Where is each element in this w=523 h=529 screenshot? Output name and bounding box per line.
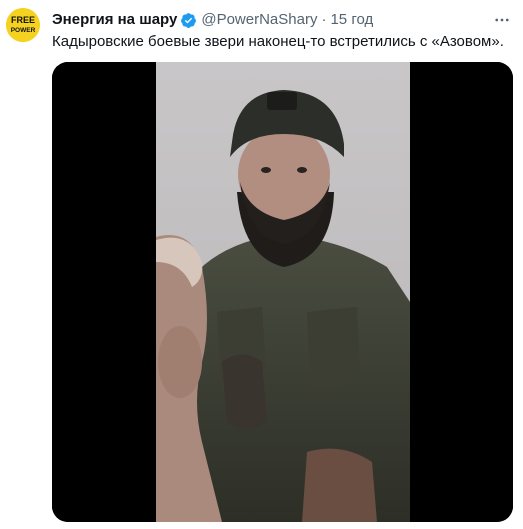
more-icon bbox=[495, 18, 509, 22]
more-options-button[interactable] bbox=[491, 9, 513, 31]
tweet-text: Кадыровские боевые звери наконец-то встр… bbox=[52, 33, 504, 50]
author-handle[interactable]: @PowerNaShary bbox=[201, 9, 317, 31]
free-power-logo: FREE POWER bbox=[6, 8, 40, 42]
avatar[interactable]: FREE POWER bbox=[6, 8, 40, 42]
tweet-header: Энергия на шару @PowerNaShary · 15 год bbox=[52, 9, 487, 31]
tweet-timestamp[interactable]: 15 год bbox=[330, 9, 373, 31]
video-frame-icon bbox=[52, 62, 513, 522]
avatar-text-line1: FREE bbox=[11, 15, 35, 25]
avatar-text-line2: POWER bbox=[11, 27, 36, 34]
author-display-name[interactable]: Энергия на шару bbox=[52, 9, 177, 31]
tweet-card[interactable]: FREE POWER Энергия на шару @PowerNaShary… bbox=[0, 0, 523, 529]
separator-dot: · bbox=[321, 11, 327, 28]
verified-badge-icon bbox=[180, 12, 197, 29]
video-player[interactable] bbox=[52, 62, 513, 522]
